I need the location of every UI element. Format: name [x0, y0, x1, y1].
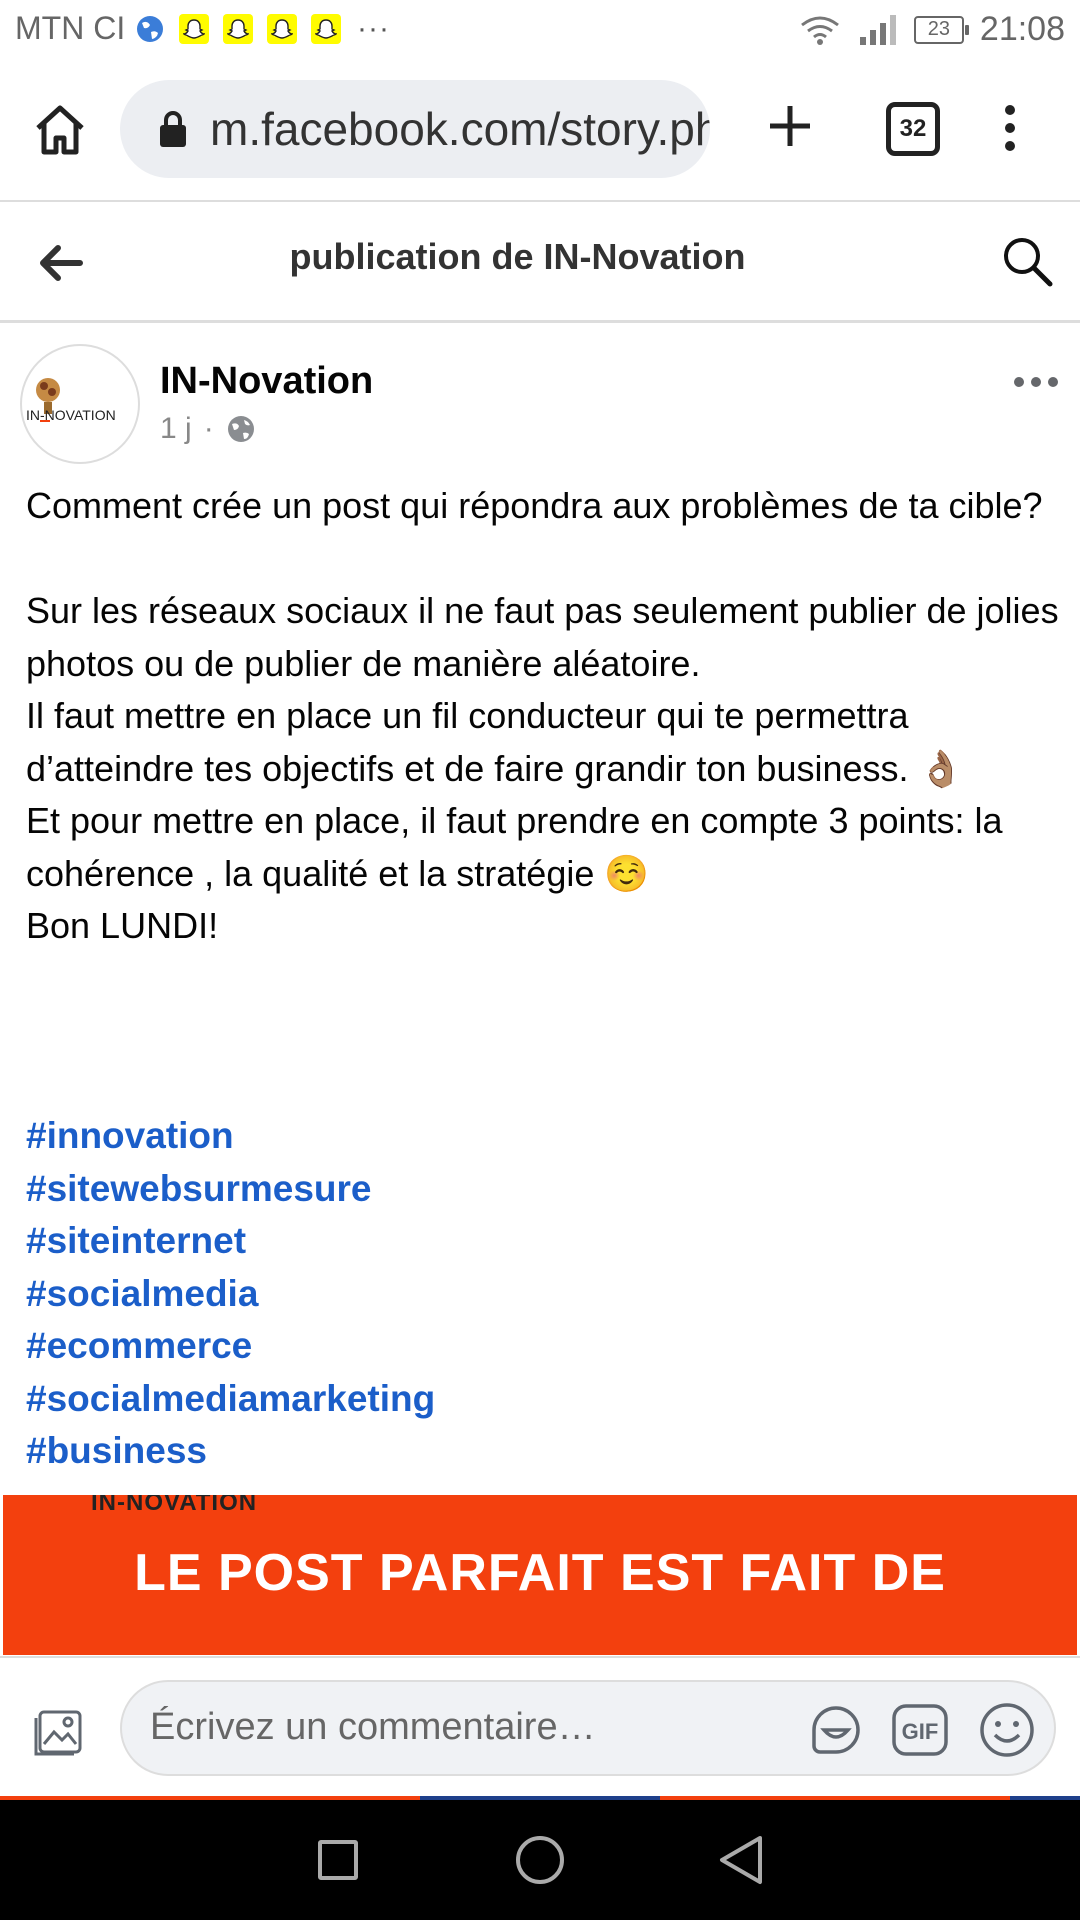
- hashtag-link[interactable]: #innovation: [26, 1110, 826, 1163]
- browser-toolbar: m.facebook.com/story.php 32: [0, 60, 1080, 202]
- system-status: 23 21:08: [798, 10, 1065, 49]
- comment-composer: Écrivez un commentaire… GIF: [0, 1656, 1080, 1798]
- post-author[interactable]: IN-Novation: [160, 360, 373, 403]
- post-paragraph: Sur les réseaux sociaux il ne faut pas s…: [26, 590, 1059, 684]
- banner-headline: LE POST PARFAIT EST FAIT DE: [134, 1544, 946, 1602]
- post-time[interactable]: 1 j: [160, 412, 192, 446]
- signal-icon: [859, 14, 896, 45]
- post-paragraph: Comment crée un post qui répondra aux pr…: [26, 485, 1043, 526]
- snapchat-icon: [311, 14, 341, 44]
- url-text: m.facebook.com/story.php: [210, 103, 710, 155]
- post-paragraph: Bon LUNDI!: [26, 905, 219, 946]
- browser-menu-icon[interactable]: [995, 98, 1025, 158]
- hashtag-link[interactable]: #ecommerce: [26, 1320, 826, 1373]
- sticker-icon[interactable]: [806, 1700, 866, 1760]
- hashtag-list: #innovation #sitewebsurmesure #siteinter…: [26, 1110, 826, 1478]
- post-image[interactable]: IN-NOVATION LE POST PARFAIT EST FAIT DE: [3, 1495, 1077, 1655]
- avatar[interactable]: IN-NOVATION: [20, 344, 140, 464]
- comment-placeholder: Écrivez un commentaire…: [150, 1706, 596, 1748]
- snapchat-icon: [267, 14, 297, 44]
- in-novation-logo: IN-NOVATION: [26, 378, 116, 423]
- hashtag-link[interactable]: #siteinternet: [26, 1215, 826, 1268]
- new-tab-icon[interactable]: [760, 96, 820, 156]
- page-header: publication de IN-Novation: [0, 202, 1080, 323]
- meta-separator: ·: [203, 412, 214, 445]
- post-paragraph: Et pour mettre en place, il faut prendre…: [26, 800, 1003, 894]
- url-bar[interactable]: m.facebook.com/story.php: [120, 80, 710, 178]
- tab-count: 32: [899, 115, 927, 142]
- banner-logo: IN-NOVATION: [91, 1495, 258, 1516]
- gif-button[interactable]: GIF: [890, 1700, 950, 1760]
- avatar-logo-text: IN-NOVATION: [26, 407, 116, 423]
- gif-label: GIF: [902, 1719, 939, 1744]
- page-title: publication de IN-Novation: [289, 236, 746, 277]
- snapchat-icon: [223, 14, 253, 44]
- photo-icon[interactable]: [30, 1700, 90, 1760]
- hashtag-link[interactable]: #socialmediamarketing: [26, 1373, 826, 1426]
- comment-input[interactable]: Écrivez un commentaire… GIF: [120, 1680, 1056, 1776]
- clock: 21:08: [979, 10, 1065, 48]
- wifi-icon: [800, 16, 839, 45]
- search-icon[interactable]: [1000, 234, 1054, 288]
- home-icon[interactable]: [30, 100, 90, 160]
- lock-icon: [160, 111, 186, 147]
- carrier-label: MTN CI: [15, 10, 126, 46]
- snapchat-icon: [179, 14, 209, 44]
- hashtag-link[interactable]: #sitewebsurmesure: [26, 1163, 826, 1216]
- battery-icon: 23: [913, 15, 969, 44]
- back-nav-icon[interactable]: [716, 1834, 766, 1886]
- hashtag-link[interactable]: #business: [26, 1425, 826, 1478]
- emoji-icon[interactable]: [977, 1700, 1037, 1760]
- gif-icon: GIF: [892, 1704, 948, 1756]
- battery-level: 23: [927, 18, 951, 40]
- public-globe-icon: [227, 416, 254, 442]
- post-options-icon[interactable]: [1012, 372, 1060, 392]
- notification-icons: ···: [135, 12, 390, 46]
- globe-icon: [137, 16, 163, 42]
- tab-switcher-button[interactable]: 32: [886, 102, 940, 156]
- hashtag-link[interactable]: #socialmedia: [26, 1268, 826, 1321]
- post-paragraph: Il faut mettre en place un fil conducteu…: [26, 695, 964, 789]
- recent-apps-icon[interactable]: [318, 1840, 358, 1880]
- post-meta: 1 j ·: [160, 412, 256, 446]
- more-notifications-icon: ···: [357, 12, 390, 45]
- post-text: Comment crée un post qui répondra aux pr…: [26, 480, 1066, 953]
- status-bar: MTN CI ··· 23 21:08: [0, 0, 1080, 60]
- home-nav-icon[interactable]: [516, 1836, 564, 1884]
- system-navigation-bar: [0, 1800, 1080, 1920]
